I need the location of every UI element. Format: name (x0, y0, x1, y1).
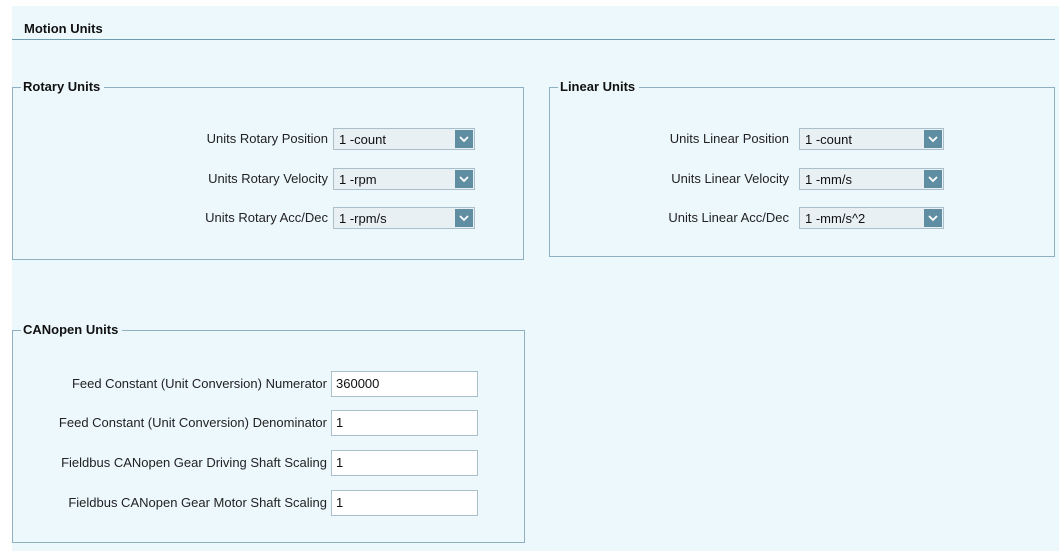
linear-velocity-select[interactable]: 1 -mm/s (799, 168, 944, 190)
rotary-accdec-row: Units Rotary Acc/Dec 1 -rpm/s (13, 207, 523, 229)
linear-accdec-value: 1 -mm/s^2 (805, 211, 866, 226)
canopen-units-legend: CANopen Units (21, 322, 123, 337)
chevron-down-icon[interactable] (924, 209, 942, 227)
linear-units-group: Linear Units Units Linear Position 1 -co… (549, 79, 1055, 257)
motor-shaft-row: Fieldbus CANopen Gear Motor Shaft Scalin… (13, 490, 524, 516)
page-title: Motion Units (24, 21, 103, 36)
linear-position-value: 1 -count (805, 132, 852, 147)
feed-denominator-row: Feed Constant (Unit Conversion) Denomina… (13, 410, 524, 436)
feed-numerator-value: 360000 (336, 376, 380, 391)
feed-denominator-label: Feed Constant (Unit Conversion) Denomina… (58, 415, 327, 430)
linear-position-row: Units Linear Position 1 -count (550, 128, 1054, 150)
linear-velocity-row: Units Linear Velocity 1 -mm/s (550, 168, 1054, 190)
canopen-units-group: CANopen Units Feed Constant (Unit Conver… (12, 322, 525, 543)
rotary-accdec-value: 1 -rpm/s (339, 211, 387, 226)
linear-velocity-label: Units Linear Velocity (671, 171, 789, 186)
motion-units-panel: Motion Units Rotary Units Units Rotary P… (12, 6, 1059, 551)
rotary-position-select[interactable]: 1 -count (333, 128, 475, 150)
linear-accdec-row: Units Linear Acc/Dec 1 -mm/s^2 (550, 207, 1054, 229)
rotary-velocity-value: 1 -rpm (339, 172, 377, 187)
motor-shaft-value: 1 (336, 495, 344, 510)
driving-shaft-input[interactable]: 1 (331, 450, 478, 476)
rotary-accdec-label: Units Rotary Acc/Dec (205, 210, 328, 225)
rotary-accdec-select[interactable]: 1 -rpm/s (333, 207, 475, 229)
rotary-position-row: Units Rotary Position 1 -count (13, 128, 523, 150)
driving-shaft-value: 1 (336, 455, 344, 470)
driving-shaft-row: Fieldbus CANopen Gear Driving Shaft Scal… (13, 450, 524, 476)
feed-numerator-label: Feed Constant (Unit Conversion) Numerato… (71, 376, 327, 391)
rotary-velocity-select[interactable]: 1 -rpm (333, 168, 475, 190)
linear-position-label: Units Linear Position (669, 131, 789, 146)
rotary-velocity-row: Units Rotary Velocity 1 -rpm (13, 168, 523, 190)
motor-shaft-label: Fieldbus CANopen Gear Motor Shaft Scalin… (68, 495, 327, 510)
linear-accdec-label: Units Linear Acc/Dec (668, 210, 789, 225)
linear-velocity-value: 1 -mm/s (805, 172, 852, 187)
title-divider (12, 39, 1055, 40)
chevron-down-icon[interactable] (924, 130, 942, 148)
feed-denominator-value: 1 (336, 415, 344, 430)
rotary-units-legend: Rotary Units (21, 79, 105, 94)
linear-position-select[interactable]: 1 -count (799, 128, 944, 150)
chevron-down-icon[interactable] (455, 130, 473, 148)
driving-shaft-label: Fieldbus CANopen Gear Driving Shaft Scal… (61, 455, 327, 470)
chevron-down-icon[interactable] (455, 170, 473, 188)
motor-shaft-input[interactable]: 1 (331, 490, 478, 516)
linear-units-legend: Linear Units (558, 79, 640, 94)
feed-denominator-input[interactable]: 1 (331, 410, 478, 436)
feed-numerator-row: Feed Constant (Unit Conversion) Numerato… (13, 371, 524, 397)
feed-numerator-input[interactable]: 360000 (331, 371, 478, 397)
rotary-units-group: Rotary Units Units Rotary Position 1 -co… (12, 79, 524, 260)
linear-accdec-select[interactable]: 1 -mm/s^2 (799, 207, 944, 229)
chevron-down-icon[interactable] (455, 209, 473, 227)
chevron-down-icon[interactable] (924, 170, 942, 188)
rotary-position-label: Units Rotary Position (206, 131, 328, 146)
rotary-velocity-label: Units Rotary Velocity (208, 171, 328, 186)
rotary-position-value: 1 -count (339, 132, 386, 147)
